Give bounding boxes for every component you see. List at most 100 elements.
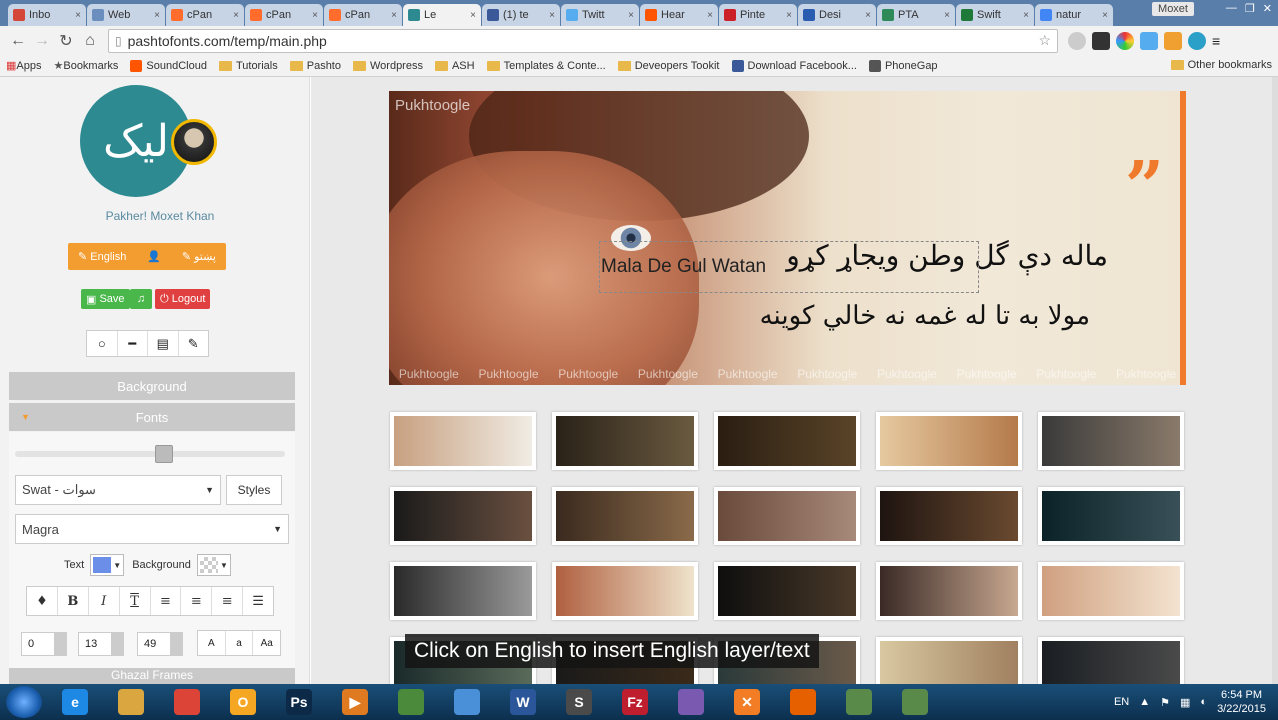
volume-icon[interactable]: ◐ [1200, 696, 1207, 708]
background-panel-header[interactable]: Background [9, 372, 295, 400]
close-tab-icon[interactable]: × [786, 10, 792, 21]
template-thumbnail[interactable] [390, 412, 536, 470]
font-select[interactable]: Swat - سوات ▼ [15, 475, 221, 505]
poster-canvas[interactable]: Pukhtoogle ” ماله دې گل وطن ويجاړ کړو مو… [389, 91, 1186, 385]
template-thumbnail[interactable] [876, 562, 1022, 620]
align-justify-icon[interactable]: ☰ [243, 587, 273, 615]
spinner-handle[interactable] [54, 633, 66, 655]
twitter-icon[interactable] [1140, 31, 1158, 50]
template-thumbnail[interactable] [1038, 562, 1184, 620]
styles-button[interactable]: Styles [226, 475, 282, 505]
text-tool-icon[interactable]: ▤ [148, 331, 179, 356]
template-thumbnail[interactable] [390, 562, 536, 620]
back-icon[interactable]: ← [6, 29, 30, 53]
pashto-line-2[interactable]: مولا به تا له غمه نه خالي کوينه [760, 301, 1090, 331]
spinner-3[interactable]: 49 [137, 632, 183, 656]
language-indicator[interactable]: EN [1114, 696, 1129, 708]
clock[interactable]: 6:54 PM 3/22/2015 [1217, 688, 1266, 716]
template-thumbnail[interactable] [714, 412, 860, 470]
bookmark-item[interactable]: PhoneGap [868, 59, 938, 72]
close-tab-icon[interactable]: × [1023, 10, 1029, 21]
forward-icon[interactable]: → [30, 29, 54, 53]
tab-13[interactable]: Swift × [956, 4, 1034, 26]
close-tab-icon[interactable]: × [944, 10, 950, 21]
logout-button[interactable]: ⏻ Logout [155, 289, 211, 309]
close-tab-icon[interactable]: × [1102, 10, 1108, 21]
taskbar-app[interactable] [162, 686, 212, 718]
english-button[interactable]: ✎ English [78, 250, 126, 263]
italic-icon[interactable]: I [89, 587, 120, 615]
strikethrough-icon[interactable]: T [120, 587, 151, 615]
taskbar-app[interactable] [890, 686, 940, 718]
bookmark-other[interactable]: Other bookmarks [1170, 59, 1272, 71]
taskbar-app[interactable]: O [218, 686, 268, 718]
taskbar-app[interactable]: S [554, 686, 604, 718]
spinner-handle[interactable] [111, 633, 123, 655]
network-icon[interactable]: ▦ [1180, 696, 1190, 709]
taskbar-app[interactable] [106, 686, 156, 718]
align-center-icon[interactable]: ≡ [181, 587, 213, 615]
bookmark-item[interactable]: ASH [434, 60, 475, 72]
font-size-slider[interactable] [15, 451, 285, 457]
home-icon[interactable]: ⌂ [78, 29, 102, 53]
ghazal-frames-panel-header[interactable]: Ghazal Frames [9, 668, 295, 684]
avatar[interactable] [171, 119, 217, 165]
user-icon[interactable]: 👤 [147, 250, 161, 263]
fonts-panel-header[interactable]: ▼ Fonts [9, 403, 295, 431]
profile-button[interactable]: Moxet [1152, 2, 1194, 16]
close-tab-icon[interactable]: × [865, 10, 871, 21]
close-icon[interactable]: ✕ [1263, 2, 1272, 15]
pen-tool-icon[interactable]: ✎ [179, 331, 209, 356]
titlecase-button[interactable]: Aa [253, 631, 280, 655]
circle-tool-icon[interactable]: ○ [87, 331, 118, 356]
taskbar-app[interactable]: Ps [274, 686, 324, 718]
tab-10[interactable]: Pinte × [719, 4, 797, 26]
line-tool-icon[interactable]: ━ [118, 331, 148, 356]
family-select[interactable]: Magra ▼ [15, 514, 289, 544]
taskbar-app[interactable]: W [498, 686, 548, 718]
close-tab-icon[interactable]: × [391, 10, 397, 21]
bookmark-item[interactable]: Deveopers Tookit [617, 60, 720, 72]
bold-icon[interactable]: B [58, 587, 89, 615]
start-button[interactable] [6, 686, 42, 718]
address-bar[interactable]: ▯ pashtofonts.com/temp/main.php ☆ [108, 28, 1058, 53]
minimize-icon[interactable]: — [1226, 2, 1237, 15]
tab-5[interactable]: cPan × [324, 4, 402, 26]
close-tab-icon[interactable]: × [233, 10, 239, 21]
spinner-handle[interactable] [170, 633, 182, 655]
taskbar-app[interactable] [442, 686, 492, 718]
template-thumbnail[interactable] [1038, 412, 1184, 470]
bookmark-item[interactable]: Pashto [289, 60, 341, 72]
tab-3[interactable]: cPan × [166, 4, 244, 26]
close-tab-icon[interactable]: × [312, 10, 318, 21]
maximize-icon[interactable]: ❐ [1245, 2, 1255, 15]
star-icon[interactable]: ☆ [1038, 32, 1051, 49]
tab-9[interactable]: Hear × [640, 4, 718, 26]
bookmark-item[interactable]: Templates & Conte... [486, 60, 606, 72]
template-thumbnail[interactable] [876, 487, 1022, 545]
tab-2[interactable]: Web × [87, 4, 165, 26]
extension-icon[interactable] [1092, 31, 1110, 50]
save-button[interactable]: ▣ Save [81, 289, 130, 309]
flag-icon[interactable]: ⚑ [1160, 696, 1170, 709]
tab-1[interactable]: Inbo × [8, 4, 86, 26]
template-thumbnail[interactable] [876, 412, 1022, 470]
pashto-button[interactable]: ✎ پښتو [182, 250, 216, 263]
bookmark-item[interactable]: Wordpress [352, 60, 423, 72]
close-tab-icon[interactable]: × [154, 10, 160, 21]
taskbar-app[interactable] [834, 686, 884, 718]
spinner-2[interactable]: 13 [78, 632, 124, 656]
tab-4[interactable]: cPan × [245, 4, 323, 26]
tray-arrow-icon[interactable]: ▲ [1139, 696, 1150, 708]
bookmark-item[interactable]: Tutorials [218, 60, 278, 72]
template-thumbnail[interactable] [714, 562, 860, 620]
slider-handle[interactable] [155, 445, 173, 463]
extension-icon[interactable] [1188, 31, 1206, 50]
taskbar-app[interactable]: ✕ [722, 686, 772, 718]
extension-icon[interactable] [1116, 31, 1134, 50]
page-scrollbar[interactable] [1272, 77, 1278, 684]
close-tab-icon[interactable]: × [707, 10, 713, 21]
close-tab-icon[interactable]: × [75, 10, 81, 21]
bookmark-item[interactable]: SoundCloud [130, 59, 207, 72]
taskbar-app[interactable] [666, 686, 716, 718]
